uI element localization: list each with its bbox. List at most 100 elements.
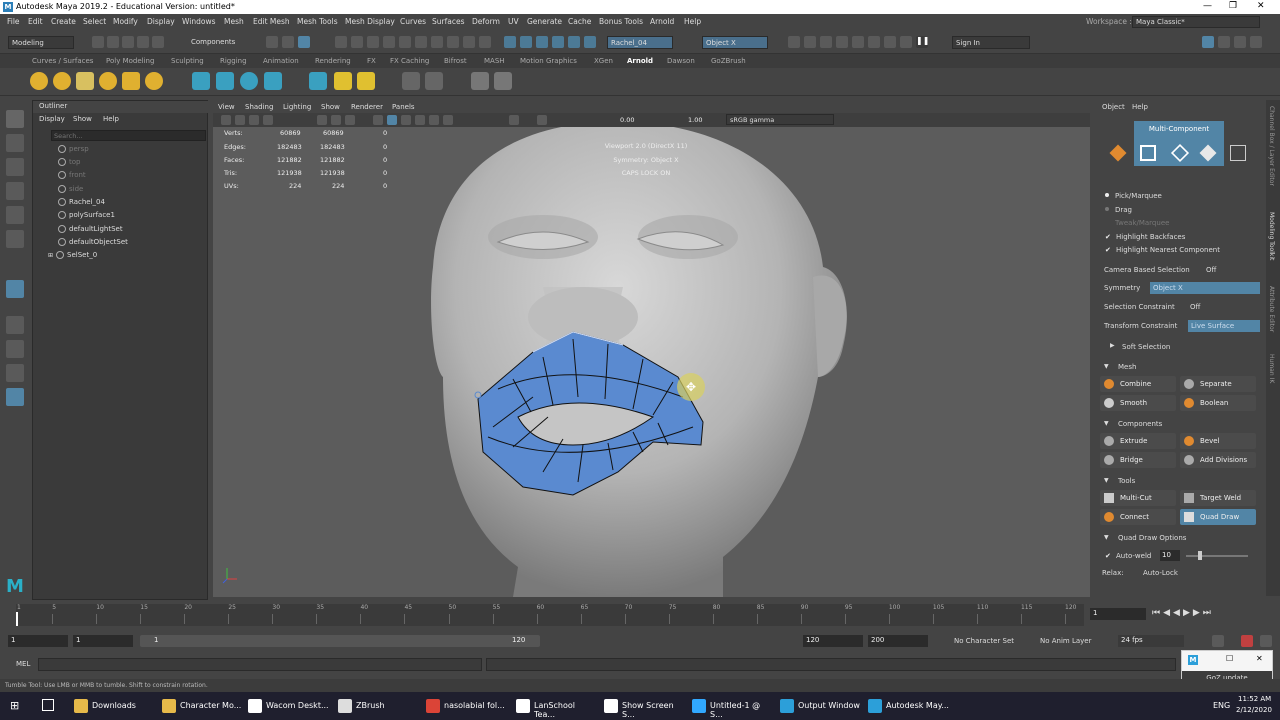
mtk-menu-help[interactable]: Help: [1132, 103, 1148, 111]
select-hierarchy-icon[interactable]: [266, 36, 278, 48]
sign-in-dropdown[interactable]: Sign In: [952, 36, 1030, 49]
auto-key-icon[interactable]: [1212, 635, 1224, 647]
menu-mesh[interactable]: Mesh: [224, 17, 244, 26]
flush-cache-icon[interactable]: [240, 72, 258, 90]
viewport-menu-view[interactable]: View: [218, 103, 235, 111]
graph-editor-icon[interactable]: [900, 36, 912, 48]
soft-select-icon[interactable]: [520, 36, 532, 48]
shelf-tab-animation[interactable]: Animation: [263, 57, 299, 65]
scale-tool-icon[interactable]: [6, 230, 24, 248]
shelf-tab-fx[interactable]: FX: [367, 57, 376, 65]
auto-weld-check[interactable]: ✔: [1105, 552, 1111, 560]
playback-controls[interactable]: ⏮◀◀▶▶⏭: [1152, 608, 1214, 618]
collapsed-arrow-icon[interactable]: ▶: [1110, 342, 1115, 349]
mesh-light-icon[interactable]: [122, 72, 140, 90]
persp-graph-icon[interactable]: [6, 364, 24, 382]
skydome-light-icon[interactable]: [145, 72, 163, 90]
maximize-button[interactable]: ❐: [1229, 1, 1237, 11]
camera-select-icon[interactable]: [221, 115, 231, 125]
shelf-tab-mash[interactable]: MASH: [484, 57, 505, 65]
select-tool-icon[interactable]: [6, 110, 24, 128]
menu-file[interactable]: File: [7, 17, 20, 26]
end-range-field[interactable]: 120: [803, 635, 863, 647]
resolution-gate-icon[interactable]: [345, 115, 355, 125]
move-tool-icon[interactable]: [6, 182, 24, 200]
mel-label[interactable]: MEL: [16, 660, 30, 668]
menu-deform[interactable]: Deform: [472, 17, 500, 26]
auto-weld-slider-track[interactable]: [1186, 555, 1248, 557]
snap-surface-icon[interactable]: [399, 36, 411, 48]
tools-section-header[interactable]: Tools: [1100, 475, 1256, 487]
command-input[interactable]: [38, 658, 482, 671]
windows-start-icon[interactable]: ⊞: [10, 700, 22, 712]
layout-four-icon[interactable]: [1218, 36, 1230, 48]
taskbar-app[interactable]: Downloads: [72, 696, 156, 716]
language-indicator[interactable]: ENG: [1213, 701, 1230, 710]
auto-weld-input[interactable]: 10: [1160, 550, 1180, 561]
end-frame-field[interactable]: 200: [868, 635, 928, 647]
clock-date[interactable]: 2/12/2020: [1236, 706, 1272, 714]
clock-time[interactable]: 11:52 AM: [1238, 695, 1271, 703]
outliner-item-defaultlightset[interactable]: defaultLightSet: [58, 225, 123, 233]
single-view-icon[interactable]: [6, 316, 24, 334]
mtk-menu-object[interactable]: Object: [1102, 103, 1125, 111]
modeling-toolkit-toggle-icon[interactable]: [836, 36, 848, 48]
camera-based-selection-value[interactable]: Off: [1206, 266, 1216, 274]
save-scene-icon[interactable]: [122, 36, 134, 48]
symmetry-icon[interactable]: [504, 36, 516, 48]
menu-edit-mesh[interactable]: Edit Mesh: [253, 17, 290, 26]
shelf-tab-rigging[interactable]: Rigging: [220, 57, 247, 65]
menu-mesh-display[interactable]: Mesh Display: [345, 17, 395, 26]
taskbar-app[interactable]: Autodesk May...: [866, 696, 950, 716]
current-frame-field[interactable]: 1: [1090, 608, 1146, 620]
render-view-icon[interactable]: [264, 72, 282, 90]
exposure-value[interactable]: 0.00: [620, 116, 634, 124]
render-sequence-icon[interactable]: [494, 72, 512, 90]
symmetry-field[interactable]: Object X: [702, 36, 768, 49]
time-slider[interactable]: 1 5 10 15 20 25 30 35 40 45 50 55 60 65 70 75 80 85 90 95 10…: [0, 600, 1280, 630]
snap-view-icon[interactable]: [383, 36, 395, 48]
shelf-tab-sculpting[interactable]: Sculpting: [171, 57, 204, 65]
colorspace-dropdown[interactable]: sRGB gamma: [726, 114, 834, 125]
channel-box-toggle-icon[interactable]: [788, 36, 800, 48]
wireframe-icon[interactable]: [373, 115, 383, 125]
character-controls-icon[interactable]: [852, 36, 864, 48]
taskbar-app[interactable]: Output Window: [778, 696, 862, 716]
range-slider-bar[interactable]: 1 120: [140, 635, 540, 647]
area-light-icon[interactable]: [99, 72, 117, 90]
lock-selection-icon[interactable]: [552, 36, 564, 48]
anim-prefs-icon[interactable]: [1260, 635, 1272, 647]
outliner-menu-help[interactable]: Help: [103, 115, 119, 123]
xray-icon[interactable]: [537, 115, 547, 125]
four-view-icon[interactable]: [6, 340, 24, 358]
shelf-tab-curves-surfaces[interactable]: Curves / Surfaces: [32, 57, 93, 65]
goz-close-icon[interactable]: ✕: [1256, 654, 1263, 663]
shelf-tab-motion-graphics[interactable]: Motion Graphics: [520, 57, 577, 65]
layout-outliner-icon[interactable]: [1250, 36, 1262, 48]
shelf-tab-fx-caching[interactable]: FX Caching: [390, 57, 429, 65]
gamma-value[interactable]: 1.00: [688, 116, 702, 124]
time-slider-track[interactable]: 1 5 10 15 20 25 30 35 40 45 50 55 60 65 70 75 80 85 90 95 10…: [16, 604, 1084, 626]
components-section-header[interactable]: Components: [1100, 418, 1256, 430]
menu-cache[interactable]: Cache: [568, 17, 591, 26]
boolean-button[interactable]: Boolean: [1180, 395, 1256, 411]
render-settings-icon[interactable]: [479, 36, 491, 48]
menu-select[interactable]: Select: [83, 17, 106, 26]
ipr-render-icon[interactable]: [463, 36, 475, 48]
record-key-icon[interactable]: [1241, 635, 1253, 647]
side-tab-attribute-editor[interactable]: Attribute Editor: [1268, 286, 1275, 332]
bridge-button[interactable]: Bridge: [1100, 452, 1176, 468]
vertex-mode-icon[interactable]: [1140, 145, 1156, 161]
viewport-3d[interactable]: ✥ Verts: 60869 60869 0 Edges: 182483 182…: [213, 127, 1090, 597]
outliner-search-input[interactable]: [51, 130, 206, 141]
start-frame-field[interactable]: 1: [8, 635, 68, 647]
mesh-section-header[interactable]: Mesh: [1100, 361, 1256, 373]
viewport-menu-lighting[interactable]: Lighting: [283, 103, 311, 111]
tool-settings-toggle-icon[interactable]: [820, 36, 832, 48]
snap-grid-icon[interactable]: [335, 36, 347, 48]
task-view-icon[interactable]: [42, 699, 54, 711]
outliner-menu-show[interactable]: Show: [73, 115, 92, 123]
shelf-tool-icon[interactable]: [402, 72, 420, 90]
shelf-tab-rendering[interactable]: Rendering: [315, 57, 351, 65]
isolate-select-icon[interactable]: [509, 115, 519, 125]
